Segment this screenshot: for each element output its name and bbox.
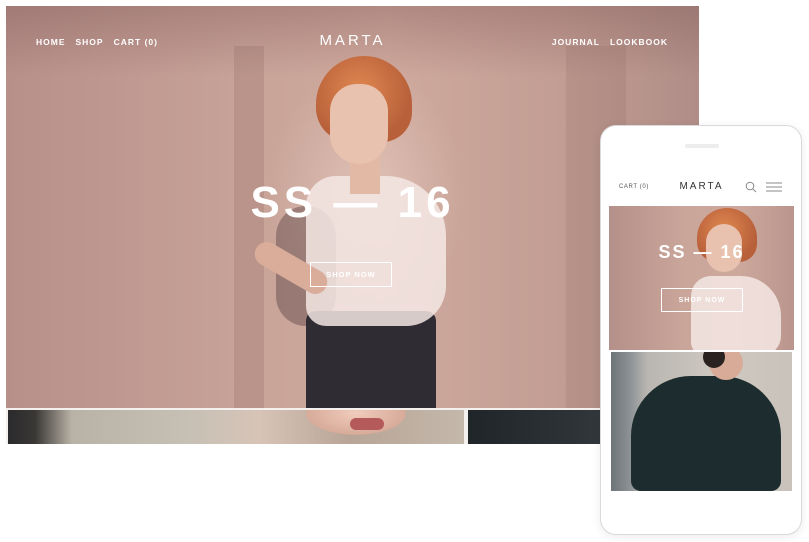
mobile-hero: SS — 16 SHOP NOW [609, 206, 794, 350]
thumbnail-lips [350, 418, 384, 430]
model-face [330, 84, 388, 164]
search-icon[interactable] [745, 181, 757, 193]
mobile-shop-now-button[interactable]: SHOP NOW [661, 288, 743, 312]
shop-now-button[interactable]: SHOP NOW [310, 262, 392, 287]
nav-journal-link[interactable]: JOURNAL [552, 37, 600, 47]
mobile-header: CART (0) MARTA [609, 166, 794, 207]
showcase-stage: HOME SHOP CART (0) MARTA JOURNAL LOOKBOO… [0, 0, 809, 542]
hero-title: SS — 16 [250, 178, 455, 227]
phone-screen: CART (0) MARTA SS — 16 SHOP NOW [609, 166, 794, 491]
thumbnail-face [266, 410, 416, 444]
nav-right: JOURNAL LOOKBOOK [552, 37, 668, 47]
mobile-photo-coat [631, 376, 781, 491]
desktop-hero: HOME SHOP CART (0) MARTA JOURNAL LOOKBOO… [6, 6, 699, 408]
nav-lookbook-link[interactable]: LOOKBOOK [610, 37, 668, 47]
phone-speaker [685, 144, 719, 148]
mobile-hero-title: SS — 16 [658, 242, 745, 262]
thumbnail-row [6, 410, 699, 444]
mobile-lookbook-photo[interactable] [611, 352, 792, 491]
thumbnail-face-photo[interactable] [8, 410, 464, 444]
phone-mockup: CART (0) MARTA SS — 16 SHOP NOW [600, 125, 802, 535]
hamburger-menu-icon[interactable] [766, 181, 782, 193]
desktop-mockup: HOME SHOP CART (0) MARTA JOURNAL LOOKBOO… [6, 6, 699, 444]
